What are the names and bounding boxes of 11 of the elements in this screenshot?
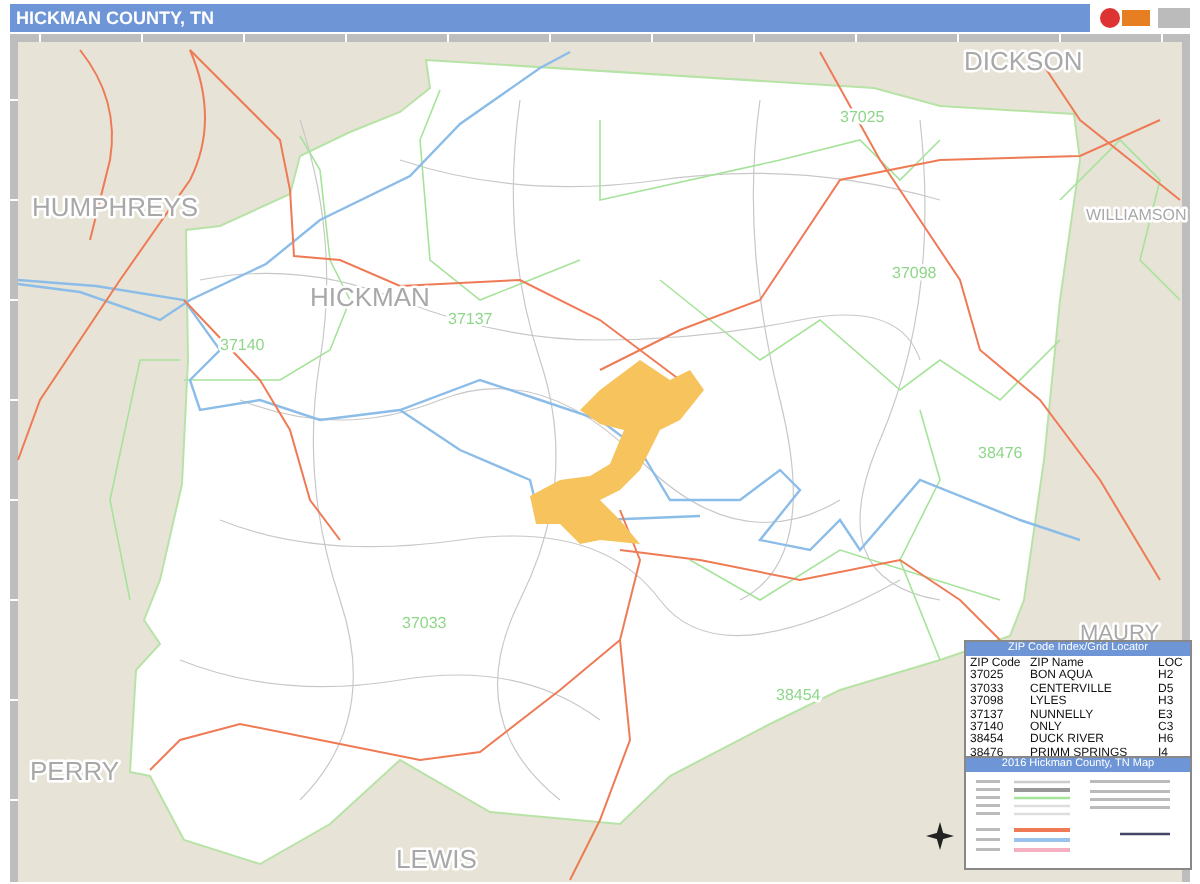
zip-code-label: 38476 bbox=[978, 444, 1023, 462]
zip-code-label: 37033 bbox=[402, 614, 447, 632]
zip-code-label: 37137 bbox=[448, 310, 493, 328]
zip-code-label: 37098 bbox=[892, 264, 937, 282]
county-label: LEWIS bbox=[396, 844, 477, 874]
county-label: DICKSON bbox=[964, 46, 1083, 76]
county-label: PERRY bbox=[30, 756, 120, 786]
logo-drawing bbox=[1098, 3, 1194, 31]
zip-code-label: 38454 bbox=[776, 686, 821, 704]
map-title: HICKMAN COUNTY, TN bbox=[16, 7, 214, 27]
compass-icon bbox=[926, 822, 954, 850]
